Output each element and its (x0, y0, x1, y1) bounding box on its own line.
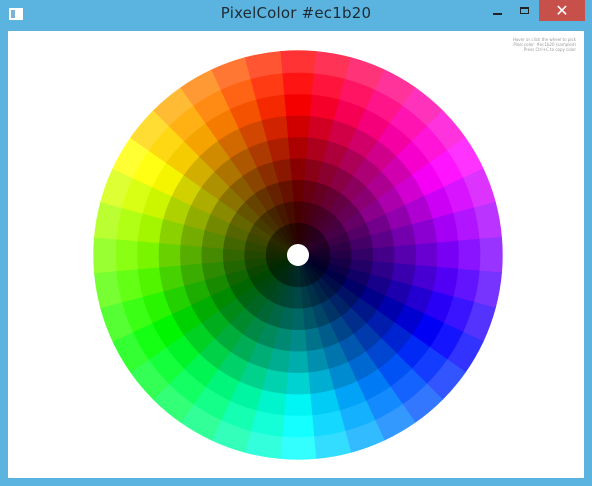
wheel-segment[interactable] (287, 351, 309, 374)
wheel-segment[interactable] (179, 244, 202, 266)
minimize-button[interactable] (484, 0, 510, 21)
info-text: Hover or click the wheel to pick Pixel c… (513, 37, 576, 52)
wheel-segment[interactable] (291, 178, 305, 202)
wheel-segment[interactable] (279, 50, 317, 74)
wheel-segment[interactable] (136, 240, 160, 270)
wheel-segment[interactable] (93, 236, 117, 274)
wheel-segment[interactable] (279, 436, 317, 460)
close-button[interactable]: ✕ (539, 0, 585, 21)
wheel-segment[interactable] (436, 240, 460, 270)
wheel-segment[interactable] (200, 246, 224, 264)
wheel-segment[interactable] (394, 244, 417, 266)
wheel-segment[interactable] (372, 246, 396, 264)
wheel-center (287, 244, 309, 266)
wheel-segment[interactable] (157, 242, 181, 268)
title-bar[interactable]: PixelColor #ec1b20 ✕ (0, 0, 592, 30)
wheel-segment[interactable] (114, 238, 138, 272)
wheel-segment[interactable] (287, 136, 309, 159)
wheel-segment[interactable] (289, 157, 307, 181)
wheel-segment[interactable] (479, 236, 503, 274)
wheel-segment[interactable] (285, 372, 311, 396)
wheel-segment[interactable] (291, 308, 305, 332)
wheel-segment[interactable] (221, 248, 245, 262)
close-icon: ✕ (555, 0, 569, 20)
maximize-button[interactable] (511, 0, 537, 21)
wheel-segment[interactable] (289, 329, 307, 353)
wheel-segment[interactable] (283, 93, 313, 117)
minimize-icon (492, 12, 502, 15)
wheel-segment[interactable] (458, 238, 482, 272)
wheel-segment[interactable] (281, 71, 315, 95)
info-line: Press Ctrl+C to copy color (523, 47, 576, 52)
wheel-segment[interactable] (283, 393, 313, 417)
maximize-icon (519, 7, 529, 14)
wheel-segment[interactable] (415, 242, 439, 268)
wheel-segment[interactable] (351, 248, 375, 262)
wheel-segment[interactable] (281, 415, 315, 439)
wheel-segment[interactable] (285, 114, 311, 138)
client-area: Hover or click the wheel to pick Pixel c… (8, 31, 584, 478)
color-wheel[interactable] (8, 31, 584, 478)
app-window: PixelColor #ec1b20 ✕ Hover or click the … (0, 0, 592, 486)
